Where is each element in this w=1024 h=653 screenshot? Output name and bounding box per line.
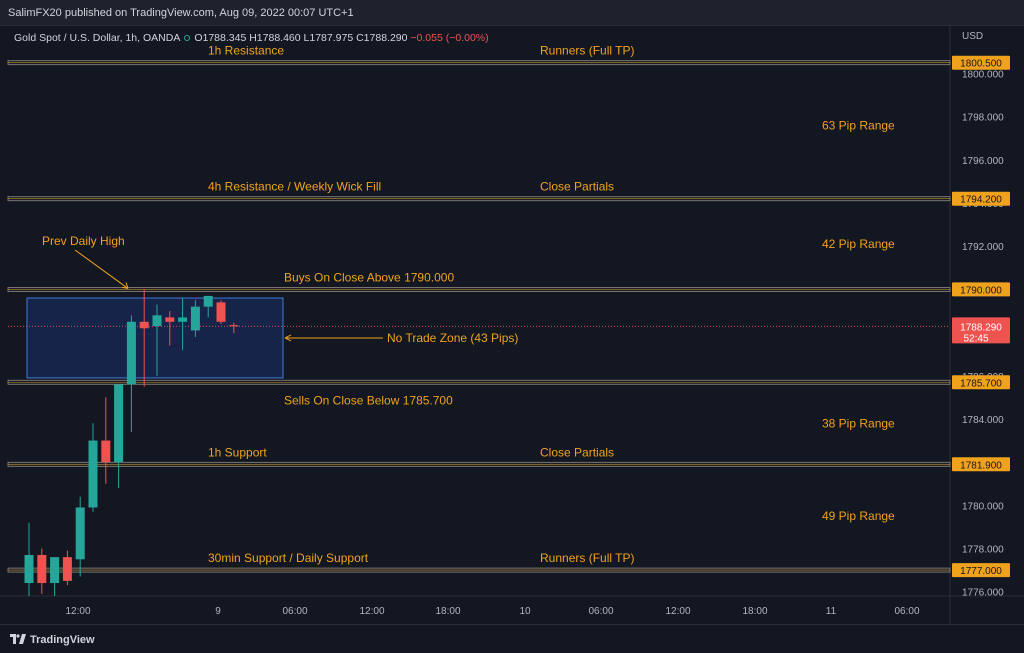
no-trade-zone [26, 297, 284, 379]
candle-body [190, 306, 200, 331]
range-annotation: 42 Pip Range [822, 237, 895, 251]
level-annotation: 4h Resistance / Weekly Wick Fill [208, 180, 381, 194]
range-annotation: 49 Pip Range [822, 509, 895, 523]
last-price-text: 1788.290 [960, 322, 1002, 333]
candle-body [216, 302, 226, 322]
tradingview-logo-icon [10, 634, 26, 644]
candle-body [24, 554, 34, 584]
candle-body [37, 554, 47, 584]
level-annotation: Close Partials [540, 180, 614, 194]
candle-body [165, 317, 175, 322]
level-annotation: 30min Support / Daily Support [208, 551, 369, 565]
legend-change: −0.055 (−0.00%) [410, 32, 489, 44]
candle-body [152, 315, 162, 327]
status-dot-icon [184, 35, 191, 41]
candle-body [203, 295, 213, 307]
level-price-tag-text: 1777.000 [960, 566, 1002, 577]
x-tick-label: 06:00 [282, 606, 307, 617]
y-tick-label: 1796.000 [962, 156, 1004, 167]
level-annotation: Buys On Close Above 1790.000 [284, 270, 454, 284]
x-tick-label: 11 [826, 606, 837, 617]
zone-callout-text: No Trade Zone (43 Pips) [387, 331, 518, 345]
publisher-text: SalimFX20 published on TradingView.com, … [8, 7, 354, 19]
level-annotation: Runners (Full TP) [540, 44, 634, 58]
x-tick-label: 10 [519, 606, 531, 617]
publisher-bar: SalimFX20 published on TradingView.com, … [0, 0, 1024, 26]
x-tick-label: 18:00 [435, 606, 460, 617]
prev-daily-high-line [74, 249, 129, 289]
y-tick-label: 1780.000 [962, 501, 1004, 512]
level-price-tag-text: 1794.200 [960, 195, 1002, 206]
level-price-tag-text: 1781.900 [960, 460, 1002, 471]
y-tick-label: 1798.000 [962, 113, 1004, 124]
price-chart[interactable]: 1776.0001778.0001780.0001782.0001784.000… [0, 26, 1024, 624]
footer-bar: TradingView [0, 624, 1024, 653]
candle-body [88, 440, 98, 508]
x-tick-label: 9 [215, 606, 221, 617]
level-price-tag-text: 1790.000 [960, 285, 1002, 296]
candle-body [50, 557, 60, 584]
x-tick-label: 12:00 [65, 606, 90, 617]
y-tick-label: 1792.000 [962, 242, 1004, 253]
range-annotation: 63 Pip Range [822, 118, 895, 132]
level-annotation: 1h Resistance [208, 44, 284, 58]
y-tick-label: 1778.000 [962, 545, 1004, 556]
candle-body [139, 321, 149, 329]
candle-body [229, 325, 239, 327]
y-tick-label: 1776.000 [962, 588, 1004, 599]
bar-countdown: 52:45 [963, 333, 988, 344]
legend-open: O1788.345 [194, 32, 247, 44]
currency-label: USD [962, 31, 984, 42]
level-price-tag-text: 1800.500 [960, 59, 1002, 70]
candle-body [178, 317, 188, 322]
level-price-tag-text: 1785.700 [960, 378, 1002, 389]
level-annotation: Close Partials [540, 445, 614, 459]
y-tick-label: 1800.000 [962, 70, 1004, 81]
symbol-name: Gold Spot / U.S. Dollar, 1h, OANDA [14, 32, 181, 44]
candle-body [62, 557, 72, 581]
x-tick-label: 06:00 [894, 606, 919, 617]
brand-name: TradingView [30, 634, 95, 646]
legend-high: H1788.460 [249, 32, 301, 44]
level-annotation: 1h Support [208, 445, 267, 459]
level-annotation: Runners (Full TP) [540, 551, 634, 565]
x-tick-label: 18:00 [742, 606, 767, 617]
legend-low: L1787.975 [303, 32, 354, 44]
prev-daily-high-text: Prev Daily High [42, 234, 125, 248]
x-tick-label: 06:00 [588, 606, 613, 617]
candle-body [75, 507, 85, 560]
level-annotation: Sells On Close Below 1785.700 [284, 393, 453, 407]
x-tick-label: 12:00 [665, 606, 690, 617]
symbol-legend: Gold Spot / U.S. Dollar, 1h, OANDA O1788.… [14, 32, 489, 44]
range-annotation: 38 Pip Range [822, 416, 895, 430]
legend-close: C1788.290 [356, 32, 408, 44]
candle-body [101, 440, 111, 463]
tradingview-logo[interactable]: TradingView [10, 633, 95, 646]
x-tick-label: 12:00 [359, 606, 384, 617]
candle-body [126, 321, 136, 385]
candle-body [114, 384, 124, 463]
y-tick-label: 1784.000 [962, 415, 1004, 426]
